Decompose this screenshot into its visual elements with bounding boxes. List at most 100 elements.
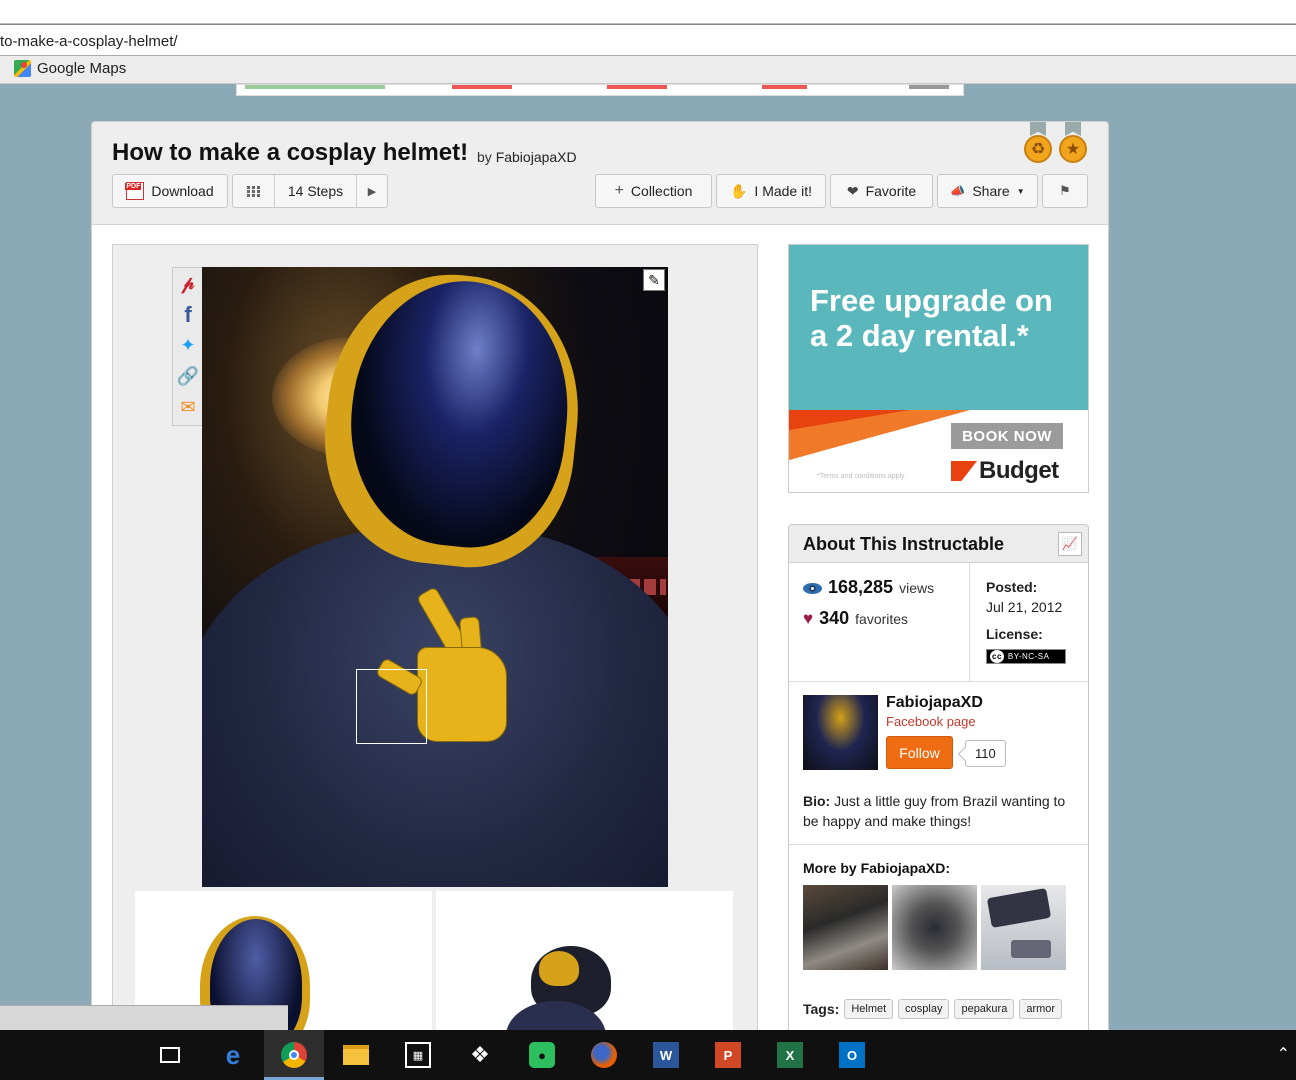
collection-button[interactable]: + Collection	[595, 174, 712, 208]
bookmarks-bar: Google Maps	[0, 56, 1296, 84]
address-bar-text[interactable]: to-make-a-cosplay-helmet/	[0, 33, 178, 50]
word-icon[interactable]: W	[636, 1030, 696, 1080]
windows-taskbar: e ▦ ❖ ● W P X O ⌃	[0, 1030, 1296, 1080]
pdf-icon	[125, 182, 145, 200]
powerpoint-icon[interactable]: P	[698, 1030, 758, 1080]
posted-date: Jul 21, 2012	[986, 599, 1063, 615]
instructable-header: How to make a cosplay helmet! by Fabioja…	[92, 122, 1108, 225]
divider	[789, 681, 1088, 682]
firefox-icon[interactable]	[574, 1030, 634, 1080]
page-title: How to make a cosplay helmet!	[112, 139, 469, 166]
favorites-count: 340	[819, 608, 850, 628]
bio-label: Bio:	[803, 793, 831, 809]
posted-label: Posted:	[986, 579, 1038, 595]
evernote-icon[interactable]: ●	[512, 1030, 572, 1080]
top-ad-strip[interactable]	[236, 84, 964, 96]
address-bar[interactable]: to-make-a-cosplay-helmet/	[0, 24, 1296, 56]
author-link[interactable]: FabiojapaXD	[496, 149, 577, 165]
edit-pencil-icon[interactable]: ✎	[643, 269, 665, 291]
email-icon[interactable]: ✉	[173, 392, 203, 423]
favorites-label: favorites	[855, 611, 909, 627]
hand-icon: ✋	[729, 182, 748, 199]
share-button[interactable]: 📣 Share ▼	[937, 174, 1038, 208]
star-medal-icon[interactable]: ★	[1058, 122, 1088, 164]
more-thumb-knife[interactable]	[803, 885, 888, 970]
steps-count-button[interactable]: 14 Steps	[275, 175, 357, 207]
license-badge-text: BY-NC-SA	[1007, 652, 1050, 661]
tray-expand-icon[interactable]: ⌃	[1277, 1044, 1290, 1064]
steps-grid-button[interactable]	[233, 175, 275, 207]
dropbox-icon[interactable]: ❖	[450, 1030, 510, 1080]
edge-icon[interactable]: e	[203, 1030, 263, 1080]
chrome-icon[interactable]	[264, 1030, 324, 1080]
favorite-label: Favorite	[865, 183, 917, 199]
author-avatar[interactable]	[803, 695, 878, 770]
file-explorer-icon[interactable]	[326, 1030, 386, 1080]
tag-pepakura[interactable]: pepakura	[954, 999, 1015, 1019]
grid-icon	[247, 185, 260, 197]
license-label: License:	[986, 626, 1043, 642]
trophy-medal-icon[interactable]: ♻	[1023, 122, 1053, 164]
heart-icon: ♥	[803, 609, 814, 628]
license-badge[interactable]: cc BY-NC-SA	[986, 649, 1066, 664]
image-note-box[interactable]	[356, 669, 427, 744]
favorite-button[interactable]: ❤ Favorite	[830, 174, 933, 208]
tag-armor[interactable]: armor	[1019, 999, 1063, 1019]
google-maps-icon	[14, 60, 31, 77]
bookmark-label: Google Maps	[37, 60, 127, 77]
about-header: About This Instructable 📈	[789, 525, 1088, 563]
download-label: Download	[151, 183, 214, 199]
megaphone-icon: 📣	[950, 184, 966, 198]
share-label: Share	[972, 183, 1010, 199]
download-button[interactable]: Download	[112, 174, 228, 208]
facebook-icon[interactable]: f	[173, 299, 203, 330]
follower-count: 110	[965, 740, 1006, 767]
gallery-thumb-2[interactable]	[436, 891, 733, 1051]
byline-by: by	[477, 149, 492, 165]
ad-headline-line-2: a 2 day rental.*	[810, 318, 1029, 353]
about-panel: About This Instructable 📈 168,285 views …	[788, 524, 1089, 1044]
social-share-rail: 𝓅 f ✦ 🔗 ✉	[172, 267, 203, 426]
favorites-stat: ♥ 340 favorites	[803, 608, 908, 629]
more-thumb-pistol[interactable]	[892, 885, 977, 970]
book-now-button[interactable]: BOOK NOW	[951, 423, 1063, 449]
instructable-card: How to make a cosplay helmet! by Fabioja…	[91, 121, 1109, 1051]
flag-button[interactable]: ⚑	[1042, 174, 1088, 208]
bio-text: Just a little guy from Brazil wanting to…	[803, 793, 1066, 829]
flag-icon: ⚑	[1059, 183, 1071, 198]
divider	[789, 844, 1088, 845]
cc-icon: cc	[990, 650, 1004, 663]
ad-terms: *Terms and conditions apply	[817, 473, 905, 480]
ad-headline: Free upgrade on a 2 day rental.*	[810, 283, 1080, 353]
main-photo[interactable]: ✎	[202, 267, 668, 887]
about-title: About This Instructable	[803, 534, 1005, 554]
byline: by FabiojapaXD	[477, 149, 577, 165]
follow-button[interactable]: Follow	[886, 736, 953, 769]
facebook-page-link[interactable]: Facebook page	[886, 714, 976, 729]
browser-tab-strip	[0, 0, 1296, 24]
next-step-button[interactable]: ▶	[357, 175, 387, 207]
heart-icon: ❤	[846, 182, 859, 199]
posted-info: Posted: Jul 21, 2012 License: cc BY-NC-SA	[986, 577, 1066, 664]
i-made-it-button[interactable]: ✋ I Made it!	[716, 174, 826, 208]
more-thumb-guns[interactable]	[981, 885, 1066, 970]
tags-label: Tags:	[803, 1001, 840, 1017]
task-view-icon[interactable]	[140, 1030, 200, 1080]
bookmark-google-maps[interactable]: Google Maps	[14, 60, 126, 77]
tag-helmet[interactable]: Helmet	[844, 999, 894, 1019]
collection-label: Collection	[630, 183, 693, 199]
steps-nav: 14 Steps ▶	[232, 174, 388, 208]
outlook-icon[interactable]: O	[822, 1030, 882, 1080]
twitter-icon[interactable]: ✦	[173, 330, 203, 361]
store-icon[interactable]: ▦	[388, 1030, 448, 1080]
excel-icon[interactable]: X	[760, 1030, 820, 1080]
author-bio: Bio: Just a little guy from Brazil wanti…	[803, 791, 1078, 831]
download-bar	[0, 1005, 288, 1031]
tag-cosplay[interactable]: cosplay	[898, 999, 950, 1019]
link-icon[interactable]: 🔗	[173, 361, 203, 392]
author-name[interactable]: FabiojapaXD	[886, 694, 983, 712]
pinterest-icon[interactable]: 𝓅	[173, 268, 203, 299]
stats-chart-icon[interactable]: 📈	[1058, 532, 1082, 556]
more-by-title: More by FabiojapaXD:	[803, 860, 951, 876]
budget-ad[interactable]: Free upgrade on a 2 day rental.* BOOK NO…	[788, 244, 1089, 493]
